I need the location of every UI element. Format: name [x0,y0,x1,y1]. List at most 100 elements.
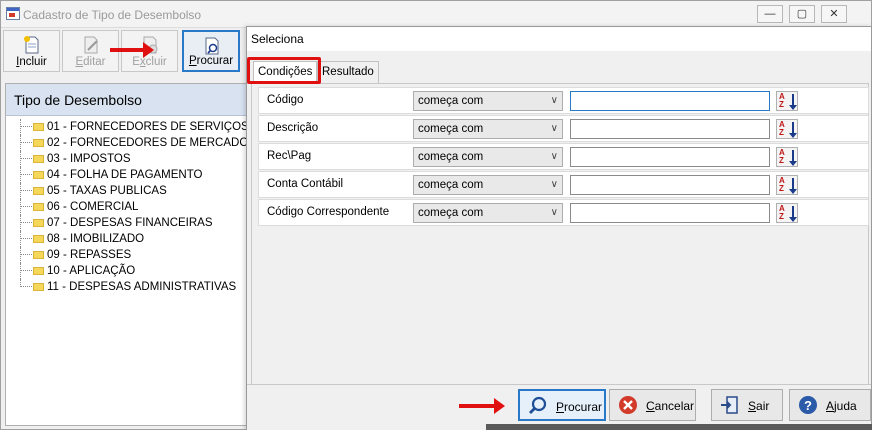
main-title-bar[interactable]: Cadastro de Tipo de Desembolso — ▢ ✕ [1,1,871,28]
tree-connector [20,263,21,279]
tree-item[interactable]: 04 - FOLHA DE PAGAMENTO [6,167,247,183]
tree-connector [20,206,34,207]
folder-icon [33,139,44,147]
tree-item[interactable]: 10 - APLICAÇÃO [6,263,247,279]
criteria-value-input[interactable] [570,147,770,167]
tree-connector [20,119,21,135]
tree-connector [20,199,21,215]
maximize-button[interactable]: ▢ [789,5,815,23]
sort-toggle-button[interactable]: AZ [776,203,798,223]
operator-select[interactable]: começa com ∨ [413,119,563,139]
annotation-arrow-toolbar [110,42,154,58]
criteria-label: Código Correspondente [267,206,390,218]
tree-item-label: 09 - REPASSES [47,249,132,261]
tree-connector [20,247,21,263]
procurar-button[interactable]: Procurar [182,30,240,72]
sort-toggle-button[interactable]: AZ [776,91,798,111]
criteria-row: Conta Contábil começa com ∨ A Z [258,171,869,198]
exit-button-label: Sair [748,399,770,413]
criteria-row: Descrição começa com ∨ A Z [258,115,869,142]
tree-item[interactable]: 02 - FORNECEDORES DE MERCADORIAS [6,135,247,151]
criteria-value-input[interactable] [570,91,770,111]
criteria-label: Rec\Pag [267,150,312,162]
svg-text:?: ? [804,398,812,413]
sort-az-icon: AZ [779,92,785,109]
tree-item-label: 06 - COMERCIAL [47,201,139,213]
tree-connector [20,183,21,199]
tree-connector [20,222,34,223]
main-window-title: Cadastro de Tipo de Desembolso [23,8,202,22]
sort-toggle-button[interactable]: AZ [776,147,798,167]
search-button[interactable]: Procurar [518,389,606,421]
tree-item[interactable]: 07 - DESPESAS FINANCEIRAS [6,215,247,231]
tree-item[interactable]: 01 - FORNECEDORES DE SERVIÇOS [6,119,247,135]
criteria-value-input[interactable] [570,175,770,195]
procurar-label: Procurar [188,55,234,67]
sort-toggle-button[interactable]: AZ [776,119,798,139]
sort-toggle-button[interactable]: AZ [776,175,798,195]
criteria-row: Código Correspondente começa com ∨ A Z [258,199,869,226]
arrow-down-icon [789,178,797,194]
operator-value: começa com [418,95,484,107]
folder-icon [33,171,44,179]
cancel-button-label: Cancelar [646,399,695,413]
chevron-down-icon: ∨ [550,95,558,106]
operator-select[interactable]: começa com ∨ [413,147,563,167]
condicoes-panel: Código começa com ∨ A Z Descrição começa com ∨ A… [251,83,869,385]
tree-connector [20,286,34,287]
criteria-label: Descrição [267,122,319,134]
tree-item[interactable]: 06 - COMERCIAL [6,199,247,215]
exit-button[interactable]: Sair [711,389,783,421]
tree-item-label: 07 - DESPESAS FINANCEIRAS [47,217,213,229]
arrow-down-icon [789,150,797,166]
tree-item[interactable]: 08 - IMOBILIZADO [6,231,247,247]
magnifier-icon [529,396,547,414]
folder-icon [33,267,44,275]
tree-item-label: 04 - FOLHA DE PAGAMENTO [47,169,203,181]
tree-connector [20,174,34,175]
criteria-row: Rec\Pag começa com ∨ A Z [258,143,869,170]
search-document-icon [205,37,219,55]
folder-icon [33,203,44,211]
help-button[interactable]: ? Ajuda [789,389,871,421]
criteria-row: Código começa com ∨ A Z [258,87,869,114]
operator-value: começa com [418,123,484,135]
tree-item-label: 11 - DESPESAS ADMINISTRATIVAS [47,281,237,293]
operator-select[interactable]: começa com ∨ [413,175,563,195]
tree-connector [20,270,34,271]
sort-az-icon: AZ [779,204,785,221]
sort-az-icon: AZ [779,120,785,137]
close-button[interactable]: ✕ [821,5,847,23]
app-icon [6,7,20,20]
cancel-button[interactable]: Cancelar [609,389,696,421]
operator-select[interactable]: começa com ∨ [413,203,563,223]
window-edge [486,424,872,430]
tab-condicoes[interactable]: Condições [253,61,317,83]
criteria-label: Conta Contábil [267,178,344,190]
criteria-label: Código [267,94,304,106]
tree-item[interactable]: 05 - TAXAS PUBLICAS [6,183,247,199]
criteria-value-input[interactable] [570,203,770,223]
tree-item-label: 08 - IMOBILIZADO [47,233,145,245]
search-button-label: Procurar [556,400,603,414]
criteria-value-input[interactable] [570,119,770,139]
incluir-button[interactable]: Incluir [3,30,60,72]
arrow-down-icon [789,94,797,110]
folder-icon [33,251,44,259]
tree-item[interactable]: 11 - DESPESAS ADMINISTRATIVAS [6,279,247,295]
tree-item-label: 01 - FORNECEDORES DE SERVIÇOS [47,121,247,133]
tree-item[interactable]: 09 - REPASSES [6,247,247,263]
dialog-title-bar[interactable]: Seleciona [247,27,871,51]
minimize-button[interactable]: — [757,5,783,23]
tab-resultado[interactable]: Resultado [317,61,379,83]
folder-icon [33,283,44,291]
chevron-down-icon: ∨ [550,207,558,218]
tree-item-label: 10 - APLICAÇÃO [47,265,136,277]
chevron-down-icon: ∨ [550,151,558,162]
arrow-down-icon [789,122,797,138]
folder-icon [33,187,44,195]
tree-item[interactable]: 03 - IMPOSTOS [6,151,247,167]
cancel-icon [619,396,637,414]
tree-header: Tipo de Desembolso [6,84,247,116]
operator-select[interactable]: começa com ∨ [413,91,563,111]
